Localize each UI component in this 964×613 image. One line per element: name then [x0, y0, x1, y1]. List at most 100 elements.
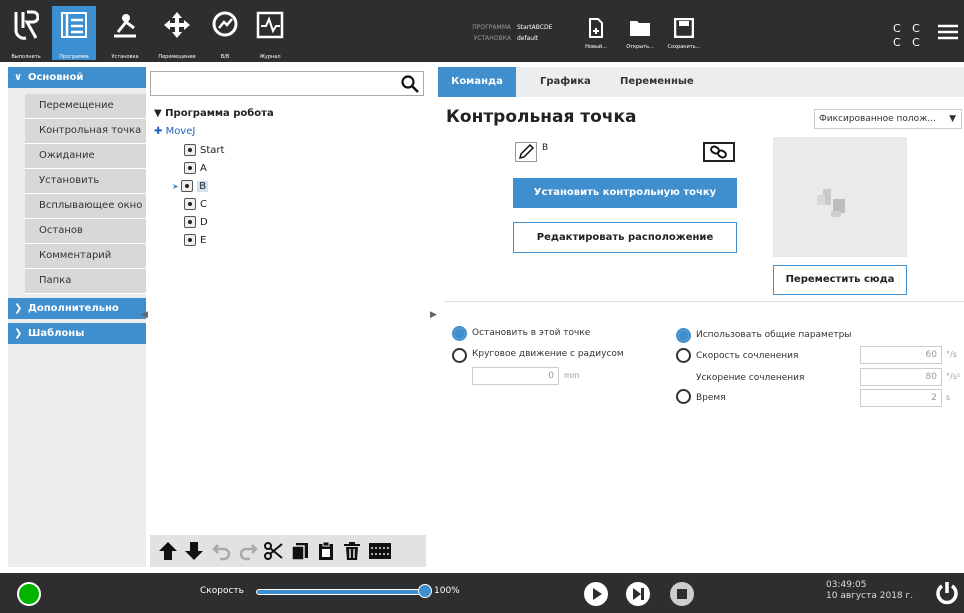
tree-node-d[interactable]: D	[184, 216, 208, 230]
joint-speed-radio[interactable]	[676, 348, 691, 363]
new-file-label: Новый...	[585, 44, 607, 50]
page-title: Контрольная точка	[446, 107, 637, 127]
log-icon	[256, 11, 284, 39]
section-advanced[interactable]: ❯ Дополнительно	[8, 298, 146, 319]
sidebar-item-comment[interactable]: Комментарий	[25, 244, 146, 269]
installation-key: УСТАНОВКА	[473, 35, 511, 42]
undo-icon[interactable]	[212, 541, 232, 561]
time-radio[interactable]	[676, 389, 691, 404]
top-bar: Выполнить Программа Установка Перемещени…	[0, 0, 964, 62]
joint-speed-label: Скорость сочленения	[696, 351, 799, 361]
tree-node-start[interactable]: Start	[184, 144, 224, 158]
node-label: B	[197, 181, 209, 192]
search-icon[interactable]	[401, 75, 419, 93]
set-waypoint-button[interactable]: Установить контрольную точку	[513, 178, 737, 208]
robot-status-indicator[interactable]	[17, 582, 41, 606]
io-tab-button[interactable]: В/В	[205, 6, 245, 60]
waypoint-mode-value: Фиксированное полож...	[819, 114, 936, 124]
log-tab-button[interactable]: Журнал	[250, 6, 290, 60]
sidebar-item-folder[interactable]: Папка	[25, 269, 146, 294]
tab-graphics[interactable]: Графика	[530, 67, 601, 97]
copy-icon[interactable]	[290, 541, 310, 561]
sidebar-item-waypoint[interactable]: Контрольная точка	[25, 119, 146, 144]
suppress-icon[interactable]	[368, 541, 392, 561]
tab-command[interactable]: Команда	[438, 67, 516, 97]
time-input[interactable]: 2	[860, 389, 942, 407]
program-tab-button[interactable]: Программа	[52, 6, 96, 60]
program-name: StartABCDE	[517, 24, 553, 31]
blend-radius-radio[interactable]	[452, 348, 467, 363]
installation-name: default	[517, 35, 539, 42]
blend-radius-unit: mm	[564, 371, 580, 380]
stop-at-point-radio[interactable]	[452, 326, 467, 341]
move-tab-button[interactable]: Перемещение	[152, 6, 202, 60]
ur-logo-icon	[14, 10, 39, 40]
edit-pose-button[interactable]: Редактировать расположение	[513, 222, 737, 253]
rename-button[interactable]	[515, 142, 537, 162]
robot-arm-thumbnail	[817, 189, 845, 217]
section-basic[interactable]: ∨ Основной	[8, 67, 146, 88]
installation-tab-label: Установка	[111, 54, 139, 60]
new-file-button[interactable]: Новый...	[578, 18, 614, 50]
installation-tab-button[interactable]: Установка	[100, 6, 150, 60]
stop-button[interactable]	[670, 582, 694, 606]
waypoint-icon	[184, 198, 196, 210]
tree-node-a[interactable]: A	[184, 162, 207, 176]
link-waypoint-button[interactable]	[703, 142, 735, 162]
joint-accel-input[interactable]: 80	[860, 368, 942, 386]
cut-icon[interactable]	[264, 541, 284, 561]
move-down-icon[interactable]	[184, 541, 204, 561]
bottom-bar: Скорость 100% 03:49:05 10 августа 2018 г…	[0, 573, 964, 613]
sidebar-item-halt[interactable]: Останов	[25, 219, 146, 244]
node-label: A	[200, 163, 207, 174]
dropdown-arrow-icon: ▼	[949, 114, 956, 124]
joint-speed-input[interactable]: 60	[860, 346, 942, 364]
search-input[interactable]	[150, 71, 424, 96]
tab-variables[interactable]: Переменные	[610, 67, 704, 97]
collapse-sidebar-handle[interactable]: ◀	[141, 310, 148, 320]
time-label: Время	[696, 393, 726, 403]
save-file-button[interactable]: Сохранить...	[666, 17, 702, 50]
section-templates[interactable]: ❯ Шаблоны	[8, 323, 146, 344]
section-divider	[444, 301, 964, 302]
node-label: D	[200, 217, 208, 228]
sidebar-item-move[interactable]: Перемещение	[25, 94, 146, 119]
waypoint-icon	[184, 216, 196, 228]
run-tab-button[interactable]: Выполнить	[6, 6, 46, 60]
expand-panel-handle[interactable]: ▶	[430, 310, 437, 320]
paste-icon[interactable]	[316, 541, 336, 561]
connection-status[interactable]: C C C C	[893, 22, 924, 50]
move-here-button[interactable]: Переместить сюда	[773, 265, 907, 295]
sidebar-item-wait[interactable]: Ожидание	[25, 144, 146, 169]
play-button[interactable]	[584, 582, 608, 606]
open-file-button[interactable]: Открыть...	[622, 18, 658, 50]
use-shared-params-label: Использовать общие параметры	[696, 330, 852, 340]
step-button[interactable]	[626, 582, 650, 606]
tree-root-label: Программа робота	[165, 108, 274, 119]
tree-node-b-selected[interactable]: ➤ B	[172, 180, 209, 194]
move-up-icon[interactable]	[158, 541, 178, 561]
redo-icon[interactable]	[238, 541, 258, 561]
tree-node-c[interactable]: C	[184, 198, 207, 212]
node-label: Start	[200, 145, 225, 156]
blend-radius-input[interactable]: 0	[472, 367, 559, 385]
waypoint-mode-select[interactable]: Фиксированное полож... ▼	[814, 109, 962, 129]
power-icon[interactable]	[934, 580, 960, 606]
speed-value: 100%	[434, 586, 460, 596]
tree-root[interactable]: ▼ Программа робота	[154, 107, 274, 121]
sidebar-item-set[interactable]: Установить	[25, 169, 146, 194]
speed-slider-handle[interactable]	[418, 584, 432, 598]
hamburger-menu-icon[interactable]	[938, 24, 958, 40]
section-basic-label: Основной	[28, 72, 84, 83]
use-shared-params-radio[interactable]	[676, 328, 691, 343]
speed-slider[interactable]	[256, 589, 426, 595]
delete-icon[interactable]	[342, 541, 362, 561]
program-node-sidebar: ∨ Основной Перемещение Контрольная точка …	[8, 67, 146, 567]
tree-node-movej[interactable]: ✚ MoveJ	[154, 125, 195, 139]
tree-node-e[interactable]: E	[184, 234, 206, 248]
program-tab-label: Программа	[59, 54, 89, 60]
program-info: ПРОГРАММА StartABCDE УСТАНОВКА default	[463, 22, 552, 44]
move-tab-label: Перемещение	[158, 54, 196, 60]
move-cross-icon: ✚	[154, 126, 166, 137]
sidebar-item-popup[interactable]: Всплывающее окно	[25, 194, 146, 219]
